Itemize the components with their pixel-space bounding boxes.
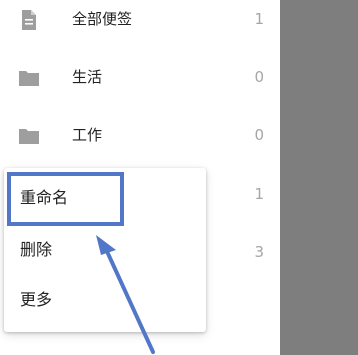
pointer-arrow — [96, 235, 155, 354]
